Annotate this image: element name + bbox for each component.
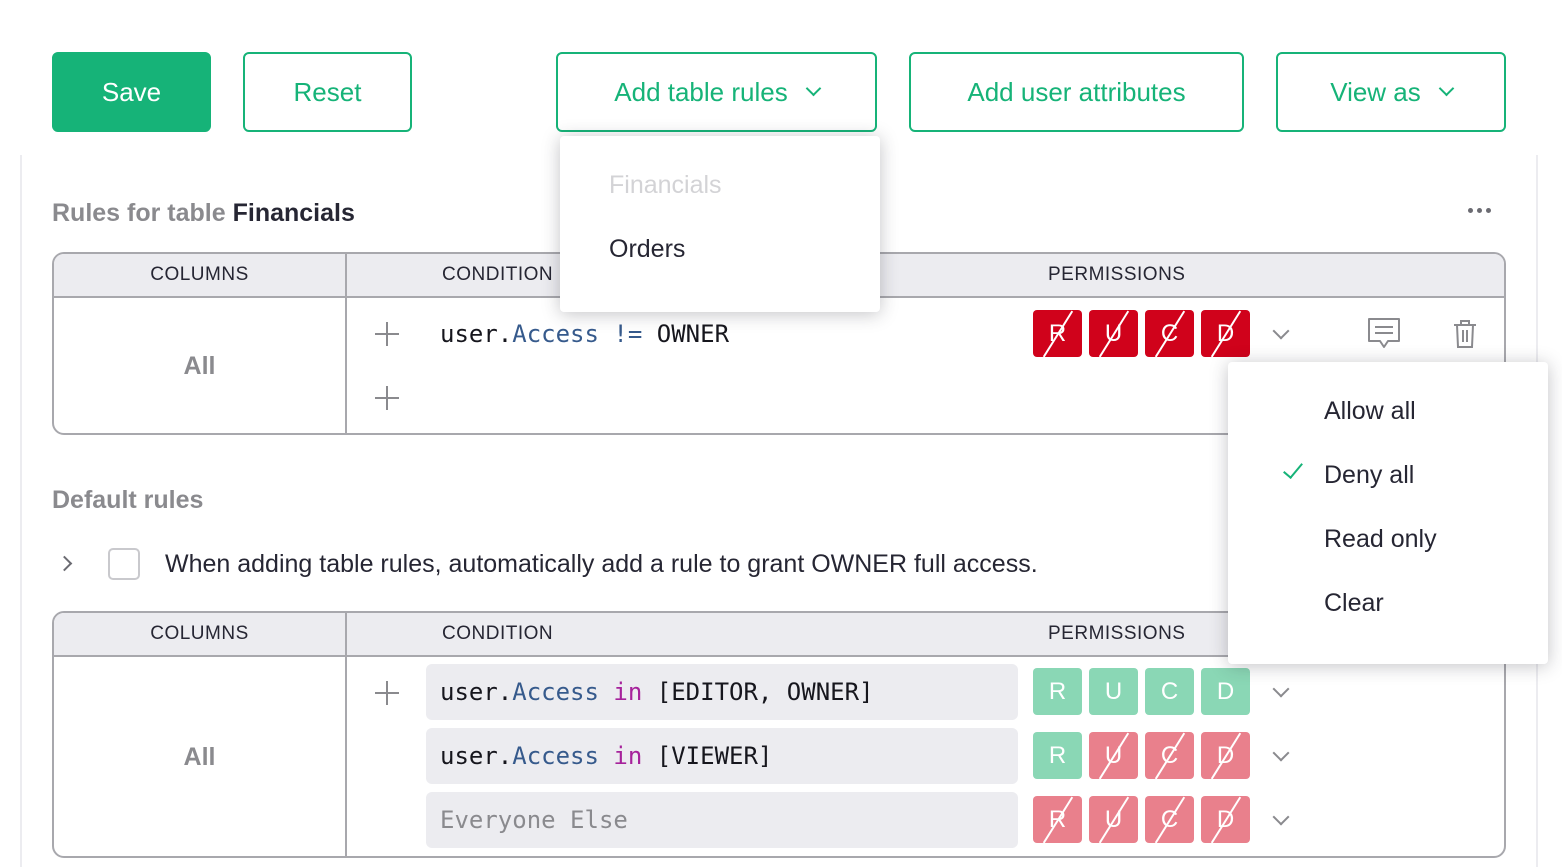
add-rule-icon[interactable] <box>375 681 399 705</box>
chevron-down-icon[interactable] <box>1272 744 1290 762</box>
permissions-header: PERMISSIONS <box>1048 623 1186 644</box>
column-divider <box>345 254 347 433</box>
condition-attribute: Access <box>512 320 599 348</box>
columns-header: COLUMNS <box>150 623 249 644</box>
rule-condition[interactable]: user.Access in [VIEWER] <box>426 728 1018 784</box>
columns-header: COLUMNS <box>150 264 249 285</box>
table-rules-title-prefix: Rules for table <box>52 199 226 227</box>
view-as-button[interactable]: View as <box>1276 52 1506 132</box>
permission-create-toggle[interactable]: C <box>1145 310 1194 357</box>
add-table-rules-button[interactable]: Add table rules <box>556 52 877 132</box>
menu-item-allow-all[interactable]: Allow all <box>1324 397 1416 426</box>
condition-value: [EDITOR, OWNER] <box>656 678 874 706</box>
permission-update-toggle[interactable]: U <box>1089 310 1138 357</box>
menu-item-clear[interactable]: Clear <box>1324 589 1384 618</box>
view-as-label: View as <box>1330 76 1421 107</box>
save-button[interactable]: Save <box>52 52 211 132</box>
columns-value[interactable]: All <box>54 352 345 381</box>
save-label: Save <box>101 76 162 107</box>
permission-read-toggle[interactable]: R <box>1033 668 1082 715</box>
everyone-else-label: Everyone Else <box>440 806 628 834</box>
table-name: Financials <box>232 199 355 227</box>
add-rule-icon[interactable] <box>375 386 399 410</box>
table-rules-title: Rules for table Financials <box>52 199 355 228</box>
owner-access-label: When adding table rules, automatically a… <box>165 550 1038 578</box>
condition-attribute: Access <box>512 742 599 770</box>
condition-operator: != <box>613 320 643 348</box>
column-divider <box>345 613 347 856</box>
add-table-rules-label: Add table rules <box>614 76 788 107</box>
menu-item-orders[interactable]: Orders <box>609 235 685 264</box>
everyone-else-condition: Everyone Else <box>426 792 1018 848</box>
permission-letter: C <box>1160 678 1179 705</box>
reset-button[interactable]: Reset <box>243 52 412 132</box>
permissions-header: PERMISSIONS <box>1048 264 1186 285</box>
permission-delete-toggle[interactable]: D <box>1201 732 1250 779</box>
permission-create-toggle[interactable]: C <box>1145 732 1194 779</box>
chevron-down-icon[interactable] <box>1272 680 1290 698</box>
permission-delete-toggle[interactable]: D <box>1201 310 1250 357</box>
permission-delete-toggle[interactable]: D <box>1201 796 1250 843</box>
chevron-down-icon[interactable] <box>1272 322 1290 340</box>
condition-operator: in <box>613 678 643 706</box>
chevron-down-icon[interactable] <box>1272 808 1290 826</box>
more-options-icon[interactable] <box>1468 208 1491 213</box>
condition-header: CONDITION <box>442 623 554 644</box>
condition-value: [VIEWER] <box>656 742 773 770</box>
chevron-down-icon <box>805 80 821 96</box>
condition-operator: in <box>613 742 643 770</box>
permissions-dropdown-menu: Allow all Deny all Read only Clear <box>1228 362 1548 664</box>
permission-letter: R <box>1048 742 1067 769</box>
chevron-down-icon <box>1438 80 1455 96</box>
menu-item-financials: Financials <box>609 171 722 199</box>
comment-icon[interactable] <box>1367 317 1401 351</box>
permission-update-toggle[interactable]: U <box>1089 668 1138 715</box>
permission-update-toggle[interactable]: U <box>1089 796 1138 843</box>
owner-access-checkbox[interactable] <box>108 548 140 580</box>
add-user-attributes-label: Add user attributes <box>967 76 1186 107</box>
permission-read-toggle[interactable]: R <box>1033 310 1082 357</box>
permission-read-toggle[interactable]: R <box>1033 732 1082 779</box>
permission-letter: D <box>1216 678 1235 705</box>
trash-icon[interactable] <box>1453 320 1477 348</box>
columns-value[interactable]: All <box>54 743 345 772</box>
condition-attribute: Access <box>512 678 599 706</box>
permission-letter: R <box>1048 678 1067 705</box>
checkmark-icon <box>1283 458 1303 479</box>
table-rules-dropdown-menu: Financials Orders <box>560 136 880 312</box>
permission-delete-toggle[interactable]: D <box>1201 668 1250 715</box>
permission-read-toggle[interactable]: R <box>1033 796 1082 843</box>
condition-prefix: user. <box>440 678 513 706</box>
permission-update-toggle[interactable]: U <box>1089 732 1138 779</box>
rule-condition[interactable]: user.Access in [EDITOR, OWNER] <box>426 664 1018 720</box>
add-user-attributes-button[interactable]: Add user attributes <box>909 52 1244 132</box>
permission-create-toggle[interactable]: C <box>1145 796 1194 843</box>
condition-prefix: user. <box>440 320 513 348</box>
reset-label: Reset <box>293 76 362 107</box>
condition-prefix: user. <box>440 742 513 770</box>
permission-create-toggle[interactable]: C <box>1145 668 1194 715</box>
permission-letter: U <box>1104 678 1123 705</box>
menu-item-deny-all[interactable]: Deny all <box>1324 461 1414 490</box>
condition-value: OWNER <box>656 320 730 348</box>
add-rule-icon[interactable] <box>375 322 399 346</box>
menu-item-read-only[interactable]: Read only <box>1324 525 1437 554</box>
condition-header: CONDITION <box>442 264 554 285</box>
default-rules-title: Default rules <box>52 486 204 514</box>
rule-condition[interactable]: user.Access != OWNER <box>440 320 729 348</box>
